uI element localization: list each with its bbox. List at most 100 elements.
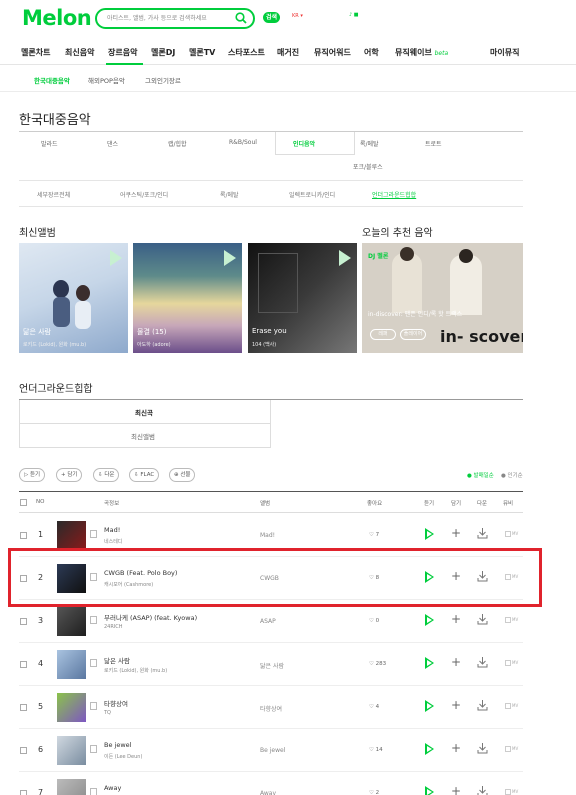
download-icon[interactable]: [477, 785, 488, 795]
play-icon[interactable]: [425, 743, 434, 755]
add-button[interactable]: + 담기: [56, 468, 83, 482]
mv-icon[interactable]: [505, 617, 511, 623]
subgenre-acoustic[interactable]: 어쿠스틱/포크/인디: [120, 190, 168, 199]
like-button[interactable]: ♡ 283: [369, 661, 386, 667]
search-bar[interactable]: 아티스트, 앨범, 가사 등으로 검색하세요: [95, 8, 255, 29]
song-album[interactable]: Away: [260, 790, 276, 795]
song-info-icon[interactable]: [90, 659, 97, 667]
nav-language[interactable]: 어학: [364, 47, 379, 58]
genre-folk[interactable]: 포크/블루스: [353, 162, 383, 171]
nav-latest-music[interactable]: 최신음악: [65, 47, 94, 58]
song-info-icon[interactable]: [90, 616, 97, 624]
add-icon[interactable]: +: [451, 699, 461, 711]
search-icon[interactable]: [235, 12, 247, 24]
play-all-button[interactable]: ▷ 듣기: [19, 468, 46, 482]
row-checkbox[interactable]: [20, 661, 27, 668]
song-album[interactable]: 타향상여: [260, 704, 282, 713]
song-artist[interactable]: 24RICH: [104, 624, 123, 630]
song-title[interactable]: Mad!: [104, 526, 120, 534]
nav-star-post[interactable]: 스타포스트: [228, 47, 265, 58]
recommend-btn-1[interactable]: 레퍼: [370, 329, 396, 340]
mv-icon[interactable]: [505, 531, 511, 537]
search-badge[interactable]: 검색: [263, 12, 281, 23]
song-info-icon[interactable]: [90, 702, 97, 710]
album-artist[interactable]: 아도하 (adore): [137, 341, 171, 348]
genre-ballad[interactable]: 발라드: [41, 139, 58, 148]
play-icon[interactable]: [224, 250, 236, 266]
nav-melon-chart[interactable]: 멜론차트: [21, 47, 50, 58]
download-icon[interactable]: [477, 656, 488, 669]
melon-logo[interactable]: Melon: [22, 6, 92, 30]
nav-music-wave[interactable]: 뮤직웨이브 beta: [395, 47, 448, 58]
subgenre-all[interactable]: 세부장르전체: [37, 190, 70, 199]
song-artist[interactable]: 이든 (Lee Deun): [104, 753, 142, 760]
song-album[interactable]: ASAP: [260, 618, 276, 625]
recommend-desc[interactable]: in-discover: 팬픈 인디/록 핫 트랙스: [368, 309, 462, 318]
song-title[interactable]: 부러나케 (ASAP) (feat. Kyowa): [104, 612, 197, 622]
album-thumbnail[interactable]: [57, 693, 86, 722]
recommend-btn-2[interactable]: 플레이어: [400, 329, 426, 340]
song-info-icon[interactable]: [90, 530, 97, 538]
download-icon[interactable]: [477, 742, 488, 755]
play-icon[interactable]: [110, 250, 122, 266]
like-button[interactable]: ♡ 14: [369, 747, 383, 753]
song-album[interactable]: Be jewel: [260, 747, 285, 754]
like-button[interactable]: ♡ 0: [369, 618, 379, 624]
search-input[interactable]: 아티스트, 앨범, 가사 등으로 검색하세요: [107, 13, 227, 22]
album-thumbnail[interactable]: [57, 650, 86, 679]
genre-rnb[interactable]: R&B/Soul: [229, 139, 257, 146]
row-checkbox[interactable]: [20, 790, 27, 795]
nav-magazine[interactable]: 매거진: [277, 47, 299, 58]
genre-trot[interactable]: 트로트: [425, 139, 442, 148]
sort-by-date[interactable]: ● 발매일순: [467, 471, 494, 479]
nav-genre-music[interactable]: 장르음악: [108, 47, 137, 58]
row-checkbox[interactable]: [20, 747, 27, 754]
like-button[interactable]: ♡ 4: [369, 704, 379, 710]
tab-latest-albums[interactable]: 최신앨범: [19, 424, 271, 448]
mv-icon[interactable]: [505, 789, 511, 795]
song-artist[interactable]: TQ: [104, 710, 111, 716]
song-album[interactable]: Mad!: [260, 532, 275, 539]
genre-indie[interactable]: 인디음악: [293, 139, 315, 148]
album-artist[interactable]: 로키드 (Lokid), 원화 (mu.b): [23, 341, 86, 348]
gift-button[interactable]: ⊕ 선물: [169, 468, 196, 482]
table-row[interactable]: 6 Be jewel 이든 (Lee Deun) Be jewel ♡ 14 + MV: [19, 729, 523, 772]
song-artist[interactable]: 로키드 (Lokid), 원화 (mu.b): [104, 667, 167, 674]
country-selector[interactable]: KR ▾: [292, 13, 303, 19]
song-title[interactable]: Away: [104, 784, 121, 792]
play-icon[interactable]: [425, 700, 434, 712]
mv-icon[interactable]: [505, 703, 511, 709]
select-all-checkbox[interactable]: [20, 499, 27, 506]
table-row[interactable]: 4 닮은 사람 로키드 (Lokid), 원화 (mu.b) 닮은 사람 ♡ 283 + M…: [19, 643, 523, 686]
album-thumbnail[interactable]: [57, 521, 86, 550]
like-button[interactable]: ♡ 7: [369, 532, 379, 538]
album-title[interactable]: Erase you: [252, 327, 287, 335]
subgenre-underground-hiphop[interactable]: 언더그라운드힙합: [372, 190, 416, 199]
sort-by-popularity[interactable]: ● 인기순: [501, 471, 523, 479]
subnav-other-genres[interactable]: 그외인기장르: [145, 75, 181, 85]
song-title[interactable]: 타향상여: [104, 698, 128, 708]
download-icon[interactable]: [477, 699, 488, 712]
genre-dance[interactable]: 댄스: [107, 139, 118, 148]
flac-button[interactable]: ⇩ FLAC: [129, 468, 160, 482]
tab-latest-songs[interactable]: 최신곡: [19, 400, 271, 424]
play-icon[interactable]: [425, 528, 434, 540]
genre-hiphop[interactable]: 랩/힙합: [168, 139, 187, 148]
play-icon[interactable]: [339, 250, 351, 266]
album-artist[interactable]: 104 (백사): [252, 341, 276, 348]
song-title[interactable]: Be jewel: [104, 741, 131, 749]
row-checkbox[interactable]: [20, 618, 27, 625]
add-icon[interactable]: +: [451, 656, 461, 668]
song-info-icon[interactable]: [90, 788, 97, 795]
download-button[interactable]: ⇩ 다운: [93, 468, 120, 482]
song-artist[interactable]: 네스테디: [104, 538, 122, 545]
album-title[interactable]: 물결 (15): [137, 327, 166, 337]
subnav-foreign-pop[interactable]: 해외POP음악: [88, 75, 125, 85]
recommend-card[interactable]: DJ 멜론 in-discover: 팬픈 인디/록 핫 트랙스 레퍼 플레이어…: [362, 243, 523, 353]
nav-music-award[interactable]: 뮤직어워드: [314, 47, 351, 58]
subgenre-rock[interactable]: 록/메탈: [220, 190, 239, 199]
album-card-3[interactable]: Erase you 104 (백사): [248, 243, 357, 353]
mv-icon[interactable]: [505, 746, 511, 752]
row-checkbox[interactable]: [20, 704, 27, 711]
row-checkbox[interactable]: [20, 532, 27, 539]
